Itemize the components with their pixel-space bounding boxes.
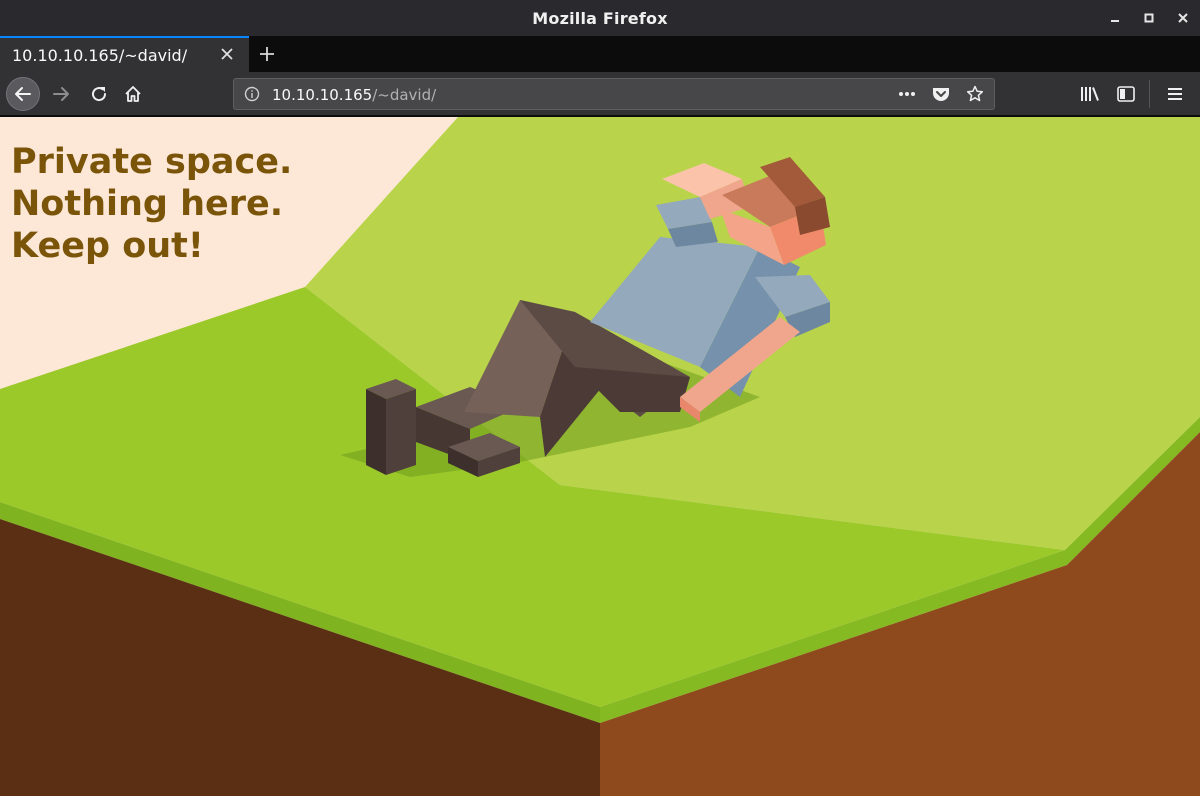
url-host: 10.10.10.165 xyxy=(272,85,373,104)
reload-icon xyxy=(92,86,107,101)
reload-button[interactable] xyxy=(82,77,116,111)
toolbar-right xyxy=(1071,72,1200,116)
menu-icon xyxy=(1168,88,1182,100)
info-icon[interactable] xyxy=(242,84,262,104)
forward-icon xyxy=(53,86,69,101)
url-bar[interactable]: 10.10.10.165/~david/ xyxy=(233,78,995,110)
pocket-icon[interactable] xyxy=(930,83,952,105)
tab-active[interactable]: 10.10.10.165/~david/ xyxy=(0,36,249,72)
bookmark-star-icon[interactable] xyxy=(964,83,986,105)
close-icon[interactable] xyxy=(1166,0,1200,36)
menu-button[interactable] xyxy=(1158,77,1192,111)
maximize-icon[interactable] xyxy=(1132,0,1166,36)
sidebar-button[interactable] xyxy=(1109,77,1143,111)
sidebar-icon xyxy=(1117,86,1135,102)
message-line-2: Nothing here. xyxy=(11,184,284,224)
home-button[interactable] xyxy=(116,77,150,111)
window-controls xyxy=(1098,0,1200,36)
page-actions-icon[interactable] xyxy=(896,83,918,105)
library-icon xyxy=(1081,87,1099,101)
title-bar: Mozilla Firefox xyxy=(0,0,1200,36)
back-icon xyxy=(15,86,31,101)
new-tab-button[interactable] xyxy=(249,36,285,72)
message-line-3: Keep out! xyxy=(11,226,204,266)
back-button[interactable] xyxy=(6,76,40,111)
page-message: Private space. Nothing here. Keep out! xyxy=(11,141,292,267)
window-title: Mozilla Firefox xyxy=(532,8,668,28)
library-button[interactable] xyxy=(1073,77,1107,111)
toolbar-separator xyxy=(1149,80,1150,108)
minimize-icon[interactable] xyxy=(1098,0,1132,36)
browser-window: Mozilla Firefox 10.10.10.165/~david/ 10.… xyxy=(0,0,1200,796)
tab-strip: 10.10.10.165/~david/ xyxy=(0,36,1200,72)
message-line-1: Private space. xyxy=(11,142,293,182)
forward-button[interactable] xyxy=(44,77,78,111)
plus-icon xyxy=(260,47,274,61)
navigation-toolbar: 10.10.10.165/~david/ xyxy=(0,72,1200,116)
url-text[interactable]: 10.10.10.165/~david/ xyxy=(272,85,896,104)
page-content: Private space. Nothing here. Keep out! xyxy=(0,117,1200,796)
tab-title: 10.10.10.165/~david/ xyxy=(12,45,188,65)
home-icon xyxy=(125,85,141,102)
url-path: /~david/ xyxy=(372,85,437,104)
tab-close-icon[interactable] xyxy=(217,45,237,65)
